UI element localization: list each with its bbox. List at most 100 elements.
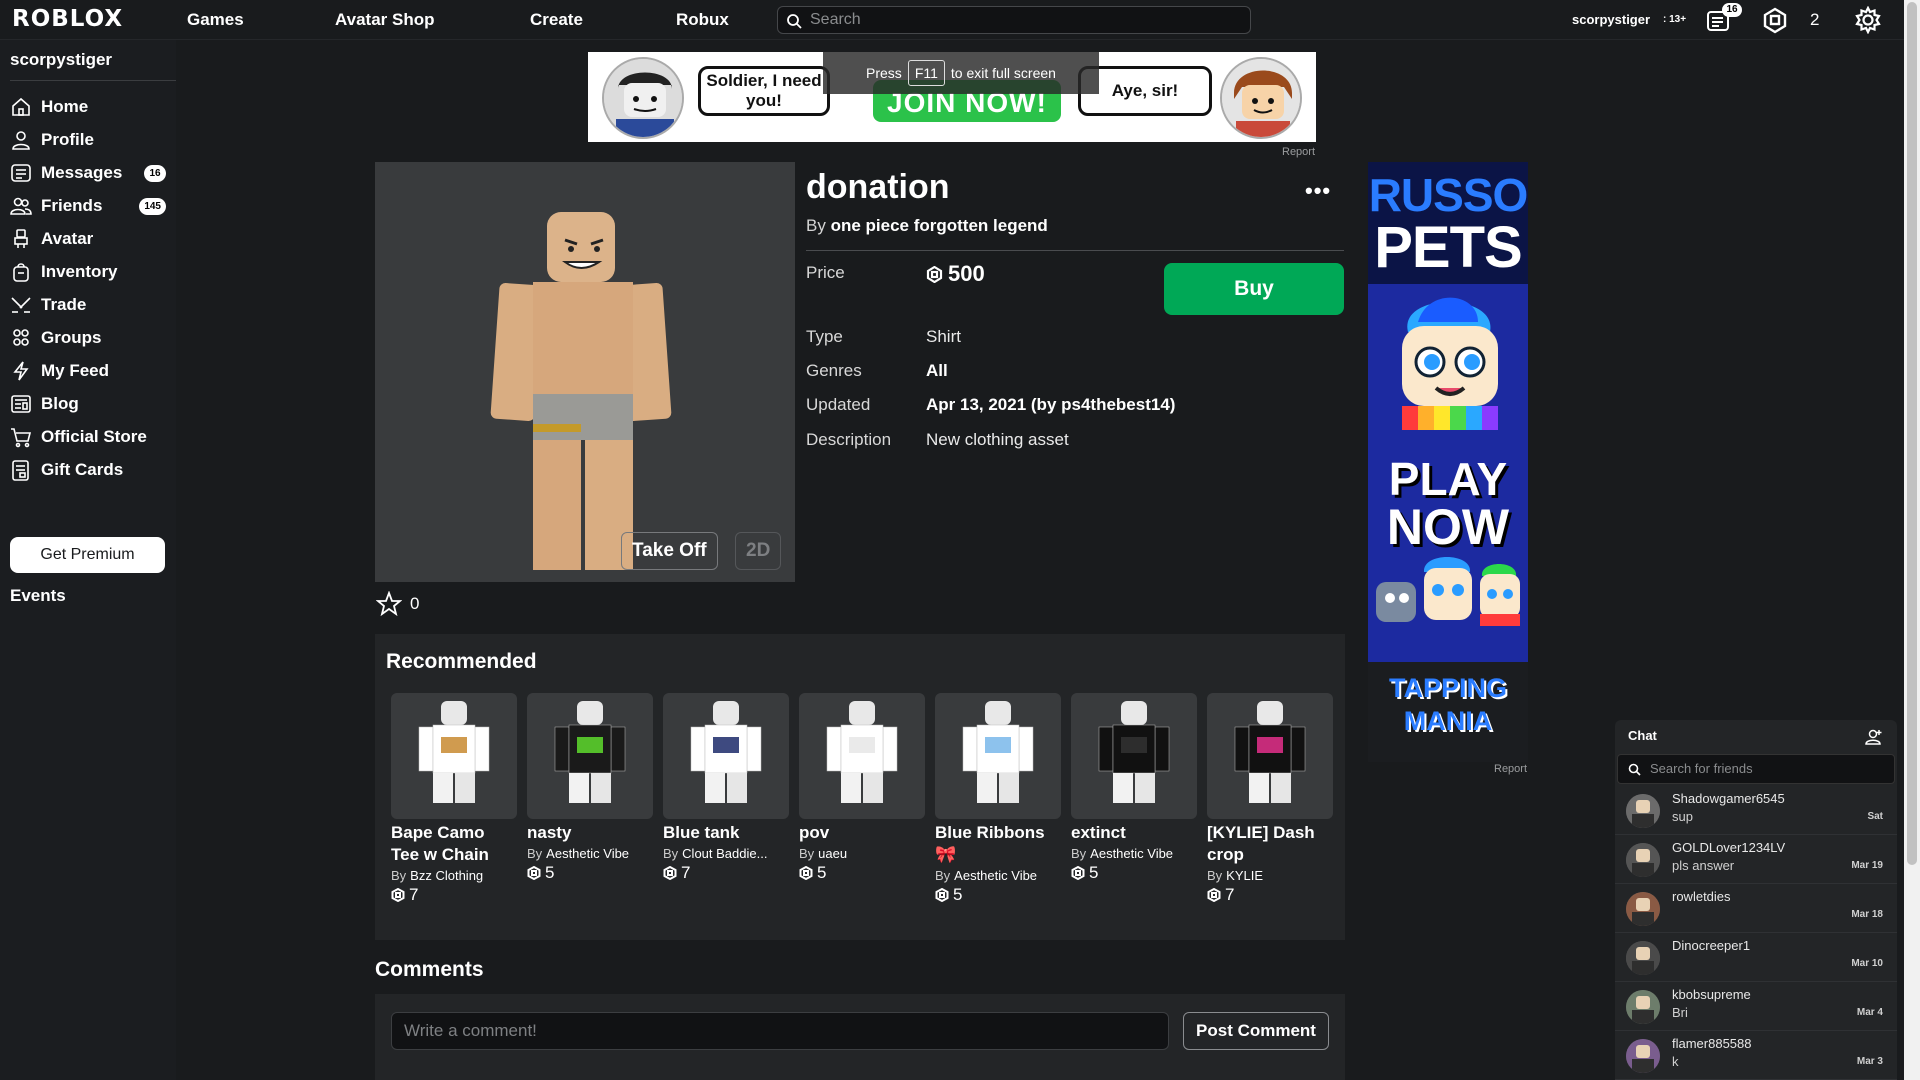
view-2d-button[interactable]: 2D — [735, 532, 782, 570]
item-creator-link[interactable]: one piece forgotten legend — [831, 216, 1048, 235]
chat-friend-avatar[interactable] — [1626, 990, 1660, 1024]
sidebar-item-gift-cards[interactable]: Gift Cards — [10, 456, 168, 484]
chat-conversation-row[interactable]: rowletdies Mar 18 — [1615, 884, 1897, 933]
sidebar-username[interactable]: scorpystiger — [10, 50, 176, 81]
recommended-item-thumbnail[interactable] — [663, 693, 789, 819]
chat-conversation-row[interactable]: Shadowgamer6545 sup Sat — [1615, 786, 1897, 835]
recommended-item-creator[interactable]: By Aesthetic Vibe — [527, 846, 653, 861]
recommended-item-thumbnail[interactable] — [935, 693, 1061, 819]
chat-last-message: Bri — [1672, 1005, 1688, 1020]
nav-games[interactable]: Games — [187, 10, 244, 30]
recommended-item-name[interactable]: [KYLIE] Dash crop — [1207, 822, 1333, 866]
recommended-item-creator[interactable]: By uaeu — [799, 846, 925, 861]
scrollbar-thumb[interactable] — [1907, 2, 1917, 865]
search-bar[interactable] — [777, 6, 1251, 34]
genres-value[interactable]: All — [926, 361, 948, 381]
sidebar-item-messages[interactable]: Messages 16 — [10, 159, 168, 187]
recommended-item-name[interactable]: nasty — [527, 822, 653, 844]
fs-key-f11: F11 — [907, 60, 945, 86]
search-input[interactable] — [810, 10, 1230, 30]
chat-last-message: k — [1672, 1054, 1679, 1069]
take-off-button[interactable]: Take Off — [621, 532, 718, 570]
robux-icon — [1071, 866, 1085, 880]
trade-icon — [11, 297, 31, 313]
recommended-item-card[interactable]: Blue Ribbons 🎀 By Aesthetic Vibe 5 — [935, 693, 1061, 905]
post-comment-button[interactable]: Post Comment — [1183, 1012, 1329, 1050]
recommended-item-card[interactable]: [KYLIE] Dash crop By KYLIE 7 — [1207, 693, 1333, 905]
sidebar-events[interactable]: Events — [10, 586, 66, 606]
top-username[interactable]: scorpystiger — [1572, 12, 1650, 27]
favorite-control[interactable]: 0 — [376, 591, 419, 617]
robux-icon — [527, 866, 541, 880]
recommended-item-name[interactable]: extinct — [1071, 822, 1197, 844]
recommended-item-creator[interactable]: By Clout Baddie... — [663, 846, 789, 861]
roblox-logo[interactable]: ROBLOX — [12, 6, 123, 32]
chat-search-bar[interactable] — [1617, 754, 1895, 784]
recommended-item-name[interactable]: Blue tank — [663, 822, 789, 844]
sidebar-item-avatar[interactable]: Avatar — [10, 225, 168, 253]
recommended-item-card[interactable]: pov By uaeu 5 — [799, 693, 925, 883]
banner-ad-report-link[interactable]: Report — [1282, 146, 1315, 158]
chat-title[interactable]: Chat — [1628, 728, 1657, 743]
recommended-item-card[interactable]: Blue tank By Clout Baddie... 7 — [663, 693, 789, 883]
chat-last-message: sup — [1672, 809, 1693, 824]
robux-balance[interactable]: 2 — [1810, 10, 1819, 30]
nav-robux[interactable]: Robux — [676, 10, 729, 30]
recommended-item-thumbnail[interactable] — [1071, 693, 1197, 819]
sidebar-item-official-store[interactable]: Official Store — [10, 423, 168, 451]
ad-now-text: NOW — [1386, 499, 1510, 555]
sidebar-item-my-feed[interactable]: My Feed — [10, 357, 168, 385]
star-icon[interactable] — [376, 591, 402, 617]
recommended-item-name[interactable]: pov — [799, 822, 925, 844]
sidebar-item-groups[interactable]: Groups — [10, 324, 168, 352]
add-friend-icon[interactable] — [1865, 728, 1883, 746]
settings-gear-icon[interactable] — [1854, 6, 1882, 34]
sidebar-item-friends[interactable]: Friends 145 — [10, 192, 168, 220]
recommended-item-card[interactable]: nasty By Aesthetic Vibe 5 — [527, 693, 653, 883]
chat-search-input[interactable] — [1650, 761, 1880, 776]
fs-exit-text: to exit full screen — [950, 65, 1056, 81]
recommended-item-creator[interactable]: By KYLIE — [1207, 868, 1333, 883]
ad-pet-character — [1402, 297, 1498, 430]
ad-game-name: TAPPING MANIA — [1388, 673, 1507, 736]
chat-friend-avatar[interactable] — [1626, 1039, 1660, 1073]
side-ad-report-link[interactable]: Report — [1494, 763, 1527, 775]
page-scrollbar[interactable] — [1904, 0, 1920, 1080]
nav-create[interactable]: Create — [530, 10, 583, 30]
recommended-item-name[interactable]: Bape Camo Tee w Chain — [391, 822, 517, 866]
sidebar-item-profile[interactable]: Profile — [10, 126, 168, 154]
chat-conversation-row[interactable]: Dinocreeper1 Mar 10 — [1615, 933, 1897, 982]
sidebar-item-blog[interactable]: Blog — [10, 390, 168, 418]
recommended-item-name[interactable]: Blue Ribbons 🎀 — [935, 822, 1061, 866]
recommended-item-creator[interactable]: By Bzz Clothing — [391, 868, 517, 883]
nav-avatar-shop[interactable]: Avatar Shop — [335, 10, 435, 30]
search-icon — [1628, 763, 1641, 776]
recommended-item-creator[interactable]: By Aesthetic Vibe — [1071, 846, 1197, 861]
recommended-item-creator[interactable]: By Aesthetic Vibe — [935, 868, 1061, 883]
sidebar-item-home[interactable]: Home — [10, 93, 168, 121]
recommended-item-thumbnail[interactable] — [527, 693, 653, 819]
get-premium-button[interactable]: Get Premium — [10, 537, 165, 573]
chat-friend-avatar[interactable] — [1626, 794, 1660, 828]
feed-icon — [13, 361, 29, 381]
robux-icon[interactable] — [1762, 6, 1788, 34]
more-options-button[interactable]: ••• — [1305, 178, 1331, 204]
chat-friend-avatar[interactable] — [1626, 843, 1660, 877]
chat-conversation-row[interactable]: kbobsupreme Bri Mar 4 — [1615, 982, 1897, 1031]
skyscraper-advertisement[interactable]: RUSSO PETS PLAY NOW TAPPING MANIA — [1368, 162, 1528, 762]
recommended-item-card[interactable]: Bape Camo Tee w Chain By Bzz Clothing 7 — [391, 693, 517, 905]
chat-friend-avatar[interactable] — [1626, 892, 1660, 926]
ad-pet-group — [1376, 557, 1520, 626]
chat-friend-avatar[interactable] — [1626, 941, 1660, 975]
buy-button[interactable]: Buy — [1164, 263, 1344, 315]
recommended-item-thumbnail[interactable] — [391, 693, 517, 819]
recommended-item-thumbnail[interactable] — [1207, 693, 1333, 819]
sidebar-item-inventory[interactable]: Inventory — [10, 258, 168, 286]
sidebar-item-trade[interactable]: Trade — [10, 291, 168, 319]
recommended-item-price: 5 — [1071, 863, 1197, 883]
chat-conversation-row[interactable]: flamer885588 k Mar 3 — [1615, 1031, 1897, 1080]
chat-conversation-row[interactable]: GOLDLover1234LV pls answer Mar 19 — [1615, 835, 1897, 884]
recommended-item-card[interactable]: extinct By Aesthetic Vibe 5 — [1071, 693, 1197, 883]
comment-input[interactable] — [391, 1012, 1169, 1050]
recommended-item-thumbnail[interactable] — [799, 693, 925, 819]
